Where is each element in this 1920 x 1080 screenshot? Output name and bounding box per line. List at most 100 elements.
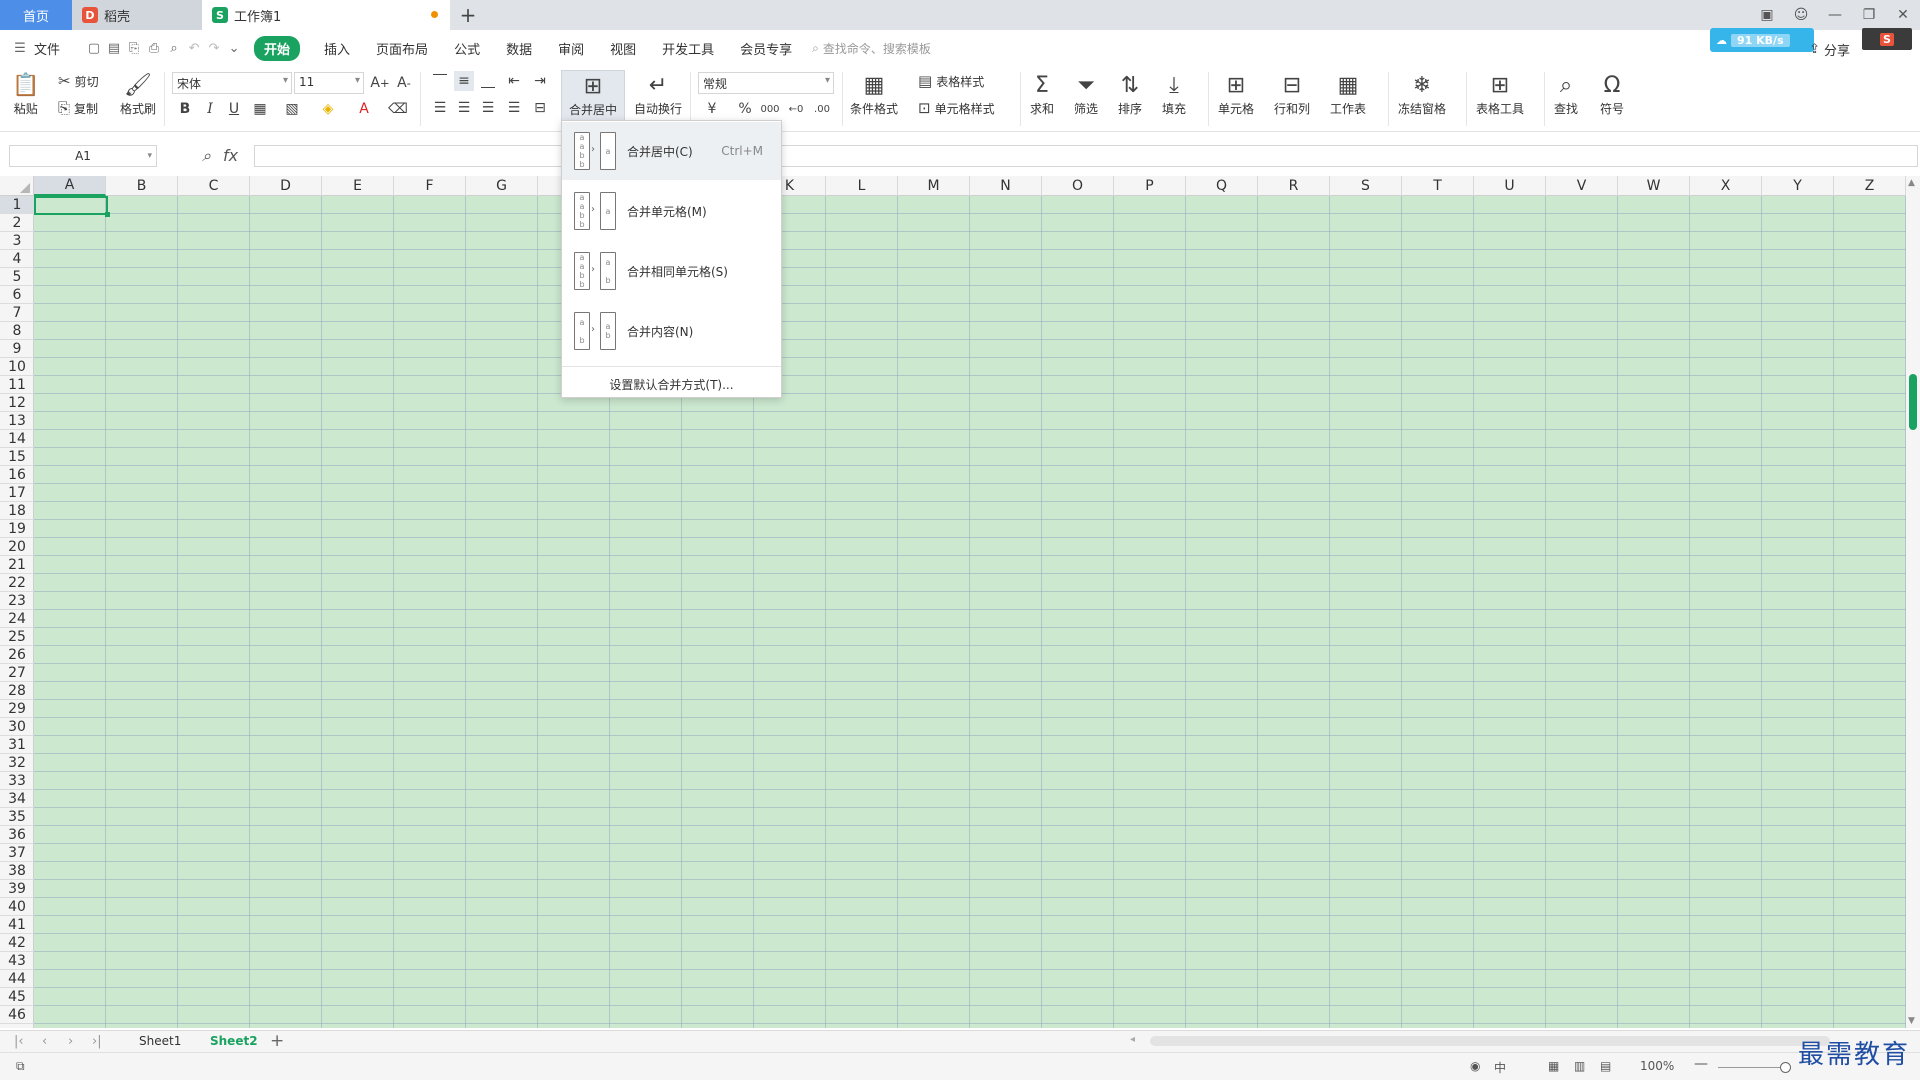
sort-button[interactable]: ⇅ 排序	[1118, 70, 1142, 117]
cell-area[interactable]	[34, 196, 1906, 1028]
column-header[interactable]: W	[1618, 176, 1690, 196]
column-header[interactable]: R	[1258, 176, 1330, 196]
last-sheet-icon[interactable]: ›|	[92, 1034, 102, 1049]
row-header[interactable]: 32	[0, 754, 34, 772]
prev-sheet-icon[interactable]: ‹	[42, 1034, 47, 1049]
row-header[interactable]: 25	[0, 628, 34, 646]
add-sheet-button[interactable]: +	[270, 1031, 284, 1051]
column-header[interactable]: D	[250, 176, 322, 196]
screen-mode-icon[interactable]: ▣	[1750, 7, 1784, 23]
close-button[interactable]: ✕	[1886, 7, 1920, 23]
cell-button[interactable]: ⊞ 单元格	[1218, 70, 1254, 117]
conditional-format-button[interactable]: ▦ 条件格式	[850, 70, 898, 117]
page-layout-view-icon[interactable]: ▥	[1574, 1059, 1585, 1073]
column-header[interactable]: A	[34, 176, 106, 196]
macro-record-icon[interactable]: ⧉	[16, 1059, 25, 1074]
row-header[interactable]: 43	[0, 952, 34, 970]
row-header[interactable]: 24	[0, 610, 34, 628]
menu-page-layout[interactable]: 页面布局	[366, 39, 438, 58]
column-header[interactable]: O	[1042, 176, 1114, 196]
row-header[interactable]: 46	[0, 1006, 34, 1024]
column-header[interactable]: Q	[1186, 176, 1258, 196]
row-header[interactable]: 29	[0, 700, 34, 718]
menu-item-merge-same[interactable]: a a b b › a b 合并相同单元格(S)	[562, 242, 781, 300]
format-painter-button[interactable]: 🖌 格式刷	[120, 70, 156, 117]
name-box[interactable]: A1	[9, 145, 157, 167]
undo-icon[interactable]: ↶	[184, 38, 204, 58]
restore-button[interactable]: ❐	[1852, 7, 1886, 23]
zoom-level[interactable]: 100%	[1640, 1059, 1674, 1073]
hamburger-icon[interactable]: ☰	[10, 38, 30, 58]
row-header[interactable]: 3	[0, 232, 34, 250]
decrease-indent-icon[interactable]: ⇤	[504, 71, 524, 91]
new-tab-button[interactable]: +	[450, 0, 486, 30]
column-header[interactable]: L	[826, 176, 898, 196]
row-header[interactable]: 21	[0, 556, 34, 574]
command-search[interactable]: ⌕ 查找命令、搜索模板	[812, 40, 931, 57]
minimize-button[interactable]: —	[1818, 7, 1852, 23]
align-right-icon[interactable]: ☰	[478, 98, 498, 118]
column-header[interactable]: B	[106, 176, 178, 196]
number-format-select[interactable]: 常规	[698, 72, 834, 94]
active-cell[interactable]	[34, 196, 110, 217]
eye-protection-icon[interactable]: ◉	[1470, 1059, 1480, 1073]
column-header[interactable]: V	[1546, 176, 1618, 196]
row-header[interactable]: 8	[0, 322, 34, 340]
cell-fill-pattern-icon[interactable]: ▧	[282, 99, 302, 119]
percent-button[interactable]: %	[735, 99, 755, 119]
underline-button[interactable]: U	[224, 99, 244, 119]
menu-view[interactable]: 视图	[600, 39, 646, 58]
menu-item-merge-cells[interactable]: a a b b › a 合并单元格(M)	[562, 182, 781, 240]
align-center-icon[interactable]: ☰	[454, 98, 474, 118]
sum-button[interactable]: Σ 求和	[1030, 70, 1054, 117]
column-header[interactable]: U	[1474, 176, 1546, 196]
row-header[interactable]: 22	[0, 574, 34, 592]
align-middle-icon[interactable]: ≡	[454, 71, 474, 91]
sheet-tab-sheet2[interactable]: Sheet2	[210, 1034, 258, 1048]
row-header[interactable]: 10	[0, 358, 34, 376]
redo-icon[interactable]: ↷	[204, 38, 224, 58]
row-header[interactable]: 4	[0, 250, 34, 268]
menu-item-merge-center[interactable]: a a b b › a 合并居中(C) Ctrl+M	[562, 122, 781, 180]
menu-file[interactable]: 文件	[30, 39, 70, 58]
new-file-icon[interactable]: ▢	[84, 38, 104, 58]
zoom-slider-knob[interactable]	[1780, 1062, 1791, 1073]
row-header[interactable]: 30	[0, 718, 34, 736]
row-header[interactable]: 2	[0, 214, 34, 232]
fx-icon[interactable]: fx	[223, 146, 238, 166]
row-header[interactable]: 5	[0, 268, 34, 286]
increase-font-icon[interactable]: A +	[370, 73, 390, 93]
next-sheet-icon[interactable]: ›	[68, 1034, 73, 1049]
align-bottom-icon[interactable]: ⎽	[478, 71, 498, 91]
row-header[interactable]: 44	[0, 970, 34, 988]
row-header[interactable]: 15	[0, 448, 34, 466]
row-header[interactable]: 13	[0, 412, 34, 430]
select-all-corner[interactable]	[0, 176, 34, 196]
align-top-icon[interactable]: ⎺	[430, 71, 450, 91]
align-left-icon[interactable]: ☰	[430, 98, 450, 118]
column-header[interactable]: X	[1690, 176, 1762, 196]
bold-button[interactable]: B	[175, 99, 195, 119]
table-tools-button[interactable]: ⊞ 表格工具	[1476, 70, 1524, 117]
tab-home[interactable]: 首页	[0, 0, 72, 30]
justify-icon[interactable]: ☰	[504, 98, 524, 118]
row-header[interactable]: 37	[0, 844, 34, 862]
print-preview-icon[interactable]: ⌕	[164, 38, 184, 58]
row-header[interactable]: 38	[0, 862, 34, 880]
scroll-up-icon[interactable]: ▲	[1908, 178, 1915, 188]
row-header[interactable]: 27	[0, 664, 34, 682]
sheet-tab-sheet1[interactable]: Sheet1	[139, 1034, 181, 1048]
cell-style-button[interactable]: ⊡ 单元格样式	[918, 99, 995, 117]
column-header[interactable]: Y	[1762, 176, 1834, 196]
row-header[interactable]: 17	[0, 484, 34, 502]
row-header[interactable]: 34	[0, 790, 34, 808]
zoom-slider[interactable]	[1718, 1067, 1788, 1068]
row-header[interactable]: 11	[0, 376, 34, 394]
column-header[interactable]: N	[970, 176, 1042, 196]
zoom-formula-icon[interactable]: ⌕	[202, 146, 211, 166]
decrease-font-icon[interactable]: A-	[394, 73, 414, 93]
increase-decimal-icon[interactable]: ←0	[786, 99, 806, 119]
worksheet-button[interactable]: ▦ 工作表	[1330, 70, 1366, 117]
scroll-left-icon[interactable]: ◂	[1130, 1034, 1135, 1045]
row-header[interactable]: 1	[0, 196, 34, 214]
